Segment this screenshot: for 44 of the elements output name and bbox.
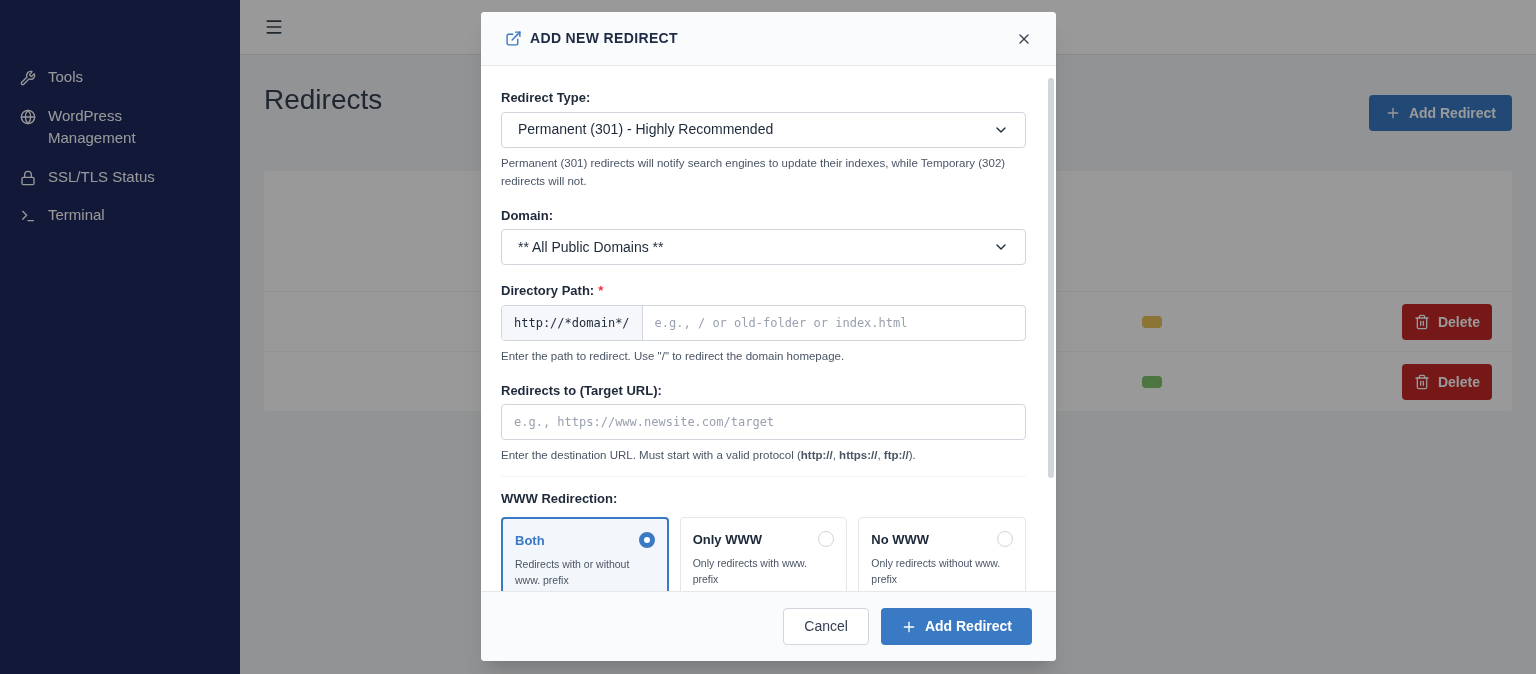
url-field[interactable]: e.g., https://www.newsite.com/target xyxy=(501,404,1026,440)
add-redirect-button[interactable]: Add Redirect xyxy=(1368,95,1512,131)
field-label: WWW Redirection: xyxy=(501,490,619,508)
cancel-button[interactable]: Cancel xyxy=(783,608,869,645)
option-title: Both xyxy=(515,531,545,550)
url-prefix: http://*domain*/ xyxy=(502,305,643,340)
path-input[interactable]: e.g., / or old-folder or index.html xyxy=(642,305,1025,340)
field-label: Domain: xyxy=(501,206,553,225)
trash-icon xyxy=(1413,373,1430,390)
sidebar-icon xyxy=(20,208,36,224)
help-text: Enter the path to redirect. Use "/" to redirect the domain homepage. xyxy=(501,348,846,364)
help-text: Permanent (301) redirects will notify search engines to update their indexes, while Temporary (302) redirects will not. xyxy=(501,155,1007,189)
path-field[interactable]: http://*domain*/ e.g., / or old-folder or index.html xyxy=(501,304,1026,341)
option-title: Only WWW xyxy=(692,530,762,549)
field-label: Redirects to (Target URL): xyxy=(501,381,662,400)
trash-icon xyxy=(1413,313,1430,330)
radio-card[interactable]: Both Redirects with or without www. prefix xyxy=(501,516,669,591)
option-description: Only redirects with www. prefix xyxy=(692,556,809,587)
option-description: Only redirects without www. prefix xyxy=(871,556,1002,587)
sidebar-icon xyxy=(20,108,36,125)
modal-title: ADD NEW REDIRECT xyxy=(530,29,678,48)
option-title: No WWW xyxy=(871,530,930,549)
sidebar-icon xyxy=(20,70,36,86)
sidebar-icon xyxy=(20,169,36,186)
radio-card[interactable]: Only WWW Only redirects with www. prefix xyxy=(679,516,848,591)
external-link-icon xyxy=(505,30,522,47)
page-title: Redirects xyxy=(264,83,383,117)
sidebar-item[interactable]: SSL/TLS Status xyxy=(20,165,220,188)
radio-button[interactable] xyxy=(638,532,655,549)
select-field[interactable]: Permanent (301) - Highly Recommended xyxy=(501,111,1026,148)
field-label: Redirect Type: xyxy=(501,89,591,107)
radio-card[interactable]: No WWW Only redirects without www. prefix xyxy=(858,516,1026,591)
sidebar-item[interactable]: Terminal xyxy=(20,204,220,227)
sidebar-item[interactable]: WordPress Management xyxy=(20,104,220,150)
select-field[interactable]: ** All Public Domains ** xyxy=(501,229,1026,265)
help-text: Enter the destination URL. Must start with a valid protocol (http://, https://, ftp://). xyxy=(501,448,917,463)
menu-icon[interactable] xyxy=(264,17,284,37)
required-asterisk: * xyxy=(598,282,604,300)
field-label: Directory Path: xyxy=(501,282,595,300)
add-redirect-button[interactable]: Add Redirect xyxy=(880,608,1032,645)
delete-button[interactable]: Delete xyxy=(1401,363,1492,400)
delete-button[interactable]: Delete xyxy=(1401,303,1492,340)
sidebar-item[interactable]: Tools xyxy=(20,66,220,89)
option-description: Redirects with or without www. prefix xyxy=(515,557,631,588)
